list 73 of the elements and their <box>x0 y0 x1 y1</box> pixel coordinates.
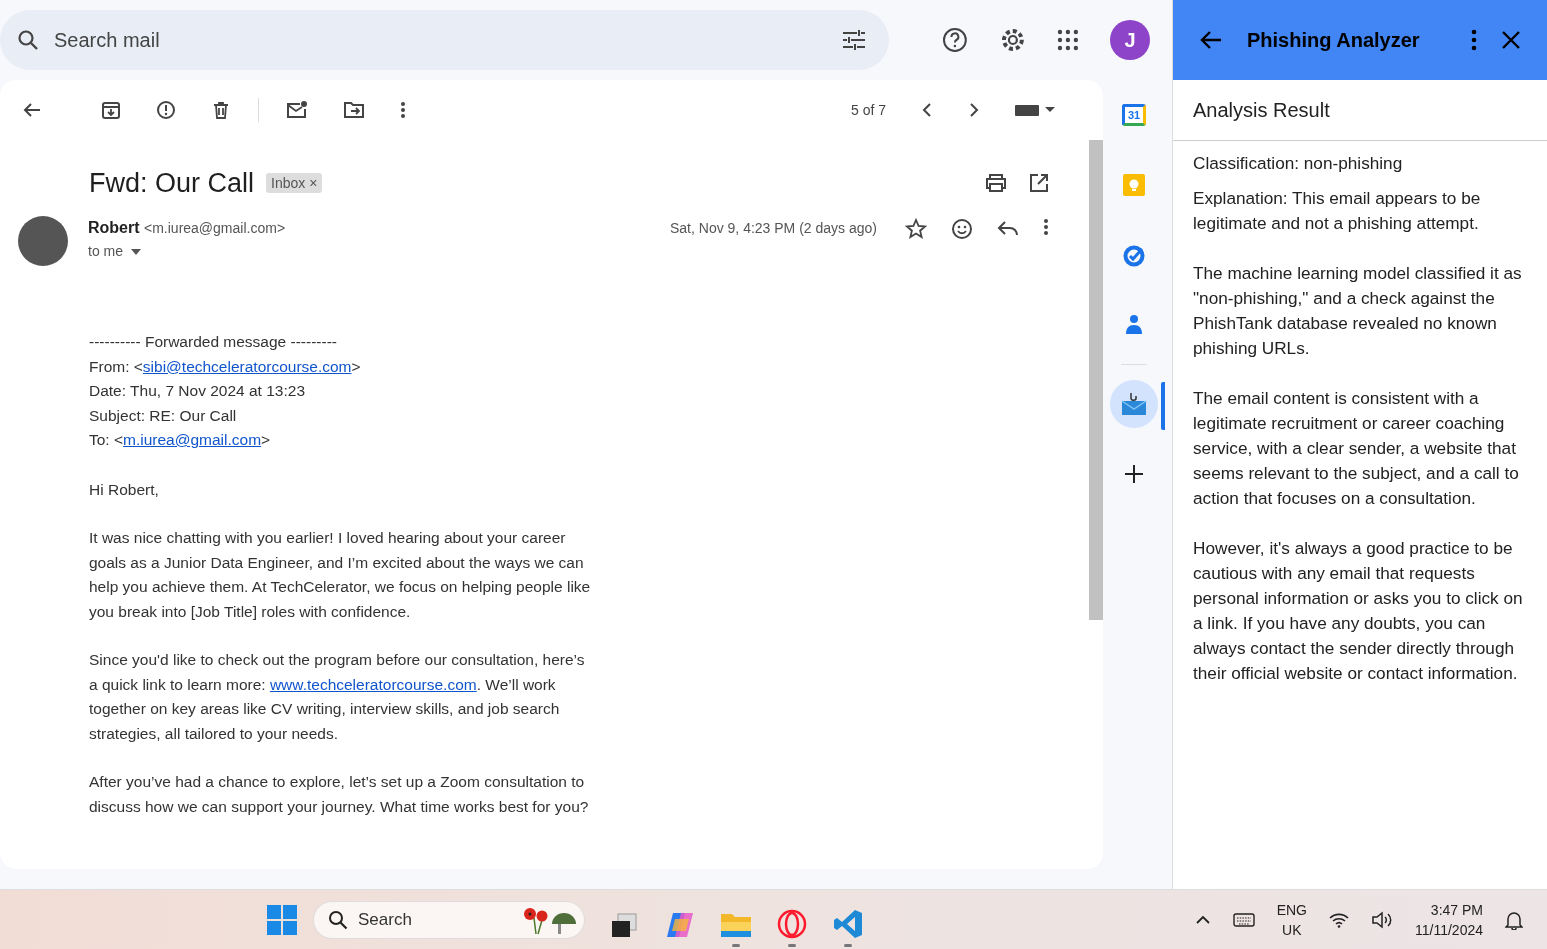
email-link[interactable]: sibi@techceleratorcourse.com <box>142 357 352 375</box>
sender-name: Robert <box>88 219 140 236</box>
chevron-up-icon[interactable] <box>1194 914 1211 925</box>
search-icon <box>328 909 348 930</box>
keyboard-dropdown-icon[interactable] <box>1015 102 1057 118</box>
plus-icon <box>1124 464 1144 484</box>
email-paragraph: It was nice chatting with you earlier! I loved hearing about your career goals as a Junior Data Engineer, and I’m excited about the ways we can help you achieve them. At TechCelerator, we focus on helping people like you break into [Job Title] roles with confidence. <box>89 528 592 622</box>
email-link[interactable]: m.iurea@gmail.com <box>123 431 262 448</box>
mail-addon-button[interactable] <box>1110 380 1158 428</box>
website-link[interactable]: www.techceleratorcourse.com <box>269 675 477 693</box>
star-icon[interactable] <box>905 218 927 240</box>
section-heading: Analysis Result <box>1193 98 1330 122</box>
clock[interactable]: 3:47 PM 11/11/2024 <box>1415 899 1483 940</box>
apps-grid-icon[interactable] <box>1056 28 1081 52</box>
forward-header-line: Subject: RE: Our Call <box>89 405 238 426</box>
language-indicator[interactable]: ENG UK <box>1276 899 1307 940</box>
calendar-app-button[interactable]: 31 <box>1110 91 1158 139</box>
windows-start-icon[interactable] <box>267 904 297 935</box>
emoji-icon[interactable] <box>951 218 973 240</box>
help-icon[interactable] <box>940 26 969 54</box>
email-paragraph: After you’ve had a chance to explore, let’s set up a Zoom consultation to discuss how we can support your journey. What time works best for you? <box>89 772 590 817</box>
archive-icon[interactable] <box>101 100 121 120</box>
keyboard-icon[interactable] <box>1232 911 1255 928</box>
print-icon[interactable] <box>985 173 1007 193</box>
caret-icon[interactable] <box>131 249 141 255</box>
search-icon <box>16 28 40 52</box>
close-icon[interactable] <box>1501 30 1521 50</box>
previous-chevron-icon[interactable] <box>921 102 933 118</box>
email-paragraph: Since you'd like to check out the program before our consultation, here’s a quick link to learn more: www.techceleratorcourse.com. We’ll work together on key areas like CV writing, interview skills, and job search strategies, all tailored to your needs. <box>89 650 586 744</box>
forward-header-line: Date: Thu, 7 Nov 2024 at 13:23 <box>89 381 306 401</box>
email-date: Sat, Nov 9, 4:23 PM (2 days ago) <box>670 219 877 236</box>
taskbar-search-field[interactable]: Search <box>313 900 585 939</box>
email-paragraph: Hi Robert, <box>89 479 160 500</box>
check-circle-icon <box>1122 243 1146 267</box>
scrollbar-thumb[interactable] <box>1089 140 1103 620</box>
more-vertical-icon[interactable] <box>1471 29 1477 51</box>
pager-count: 5 of 7 <box>850 102 886 118</box>
analysis-paragraph: Explanation: This email appears to be legitimate and not a phishing attempt. <box>1193 187 1482 235</box>
sender-email: <m.iurea@gmail.com> <box>144 220 286 236</box>
reply-arrow-icon[interactable] <box>997 218 1019 238</box>
analysis-paragraph: However, it's always a good practice to be cautious with any email that requests personal information or asks you to click on a link. If you have any doubts, you can always contact the sender directly through their official website or contact information. <box>1193 537 1524 685</box>
analysis-paragraph: The machine learning model classified it as "non-phishing," and a check against the PhishTank database revealed no known phishing URLs. <box>1193 262 1523 360</box>
notification-bell-icon[interactable] <box>1505 909 1523 930</box>
filter-sliders-icon[interactable] <box>840 28 867 52</box>
analysis-paragraph: Classification: non-phishing <box>1193 152 1404 175</box>
forward-header-line: To: <m.iurea@gmail.com> <box>89 430 272 450</box>
person-icon <box>1124 314 1144 336</box>
remove-label-button[interactable]: × <box>309 175 318 191</box>
more-vertical-icon[interactable] <box>400 101 406 119</box>
mail-hook-icon <box>1121 391 1147 417</box>
analysis-paragraph: The email content is consistent with a legitimate recruitment or career coaching service, with a clear sender, a website that seems relevant to the subject, and a call to action that focuses on a consultation. <box>1193 387 1520 510</box>
email-subject: Fwd: Our Call <box>89 167 255 199</box>
search-input[interactable]: Search <box>356 908 512 931</box>
delete-icon[interactable] <box>211 100 231 120</box>
recipient-text: to me <box>88 243 123 259</box>
search-field[interactable]: Search mail <box>52 27 829 53</box>
back-arrow-icon[interactable] <box>1199 29 1223 51</box>
next-chevron-icon[interactable] <box>968 102 980 118</box>
wifi-icon[interactable] <box>1329 911 1349 928</box>
search-bar[interactable]: Search mail <box>0 10 889 70</box>
report-spam-icon[interactable] <box>156 100 176 120</box>
forward-header-line: From: <sibi@techceleratorcourse.com> <box>89 356 362 377</box>
mark-unread-icon[interactable] <box>286 100 308 120</box>
sender-avatar <box>18 216 68 266</box>
panel-title: Phishing Analyzer <box>1247 28 1421 52</box>
lightbulb-note-icon <box>1122 173 1146 197</box>
open-new-window-icon[interactable] <box>1029 173 1049 193</box>
account-avatar[interactable]: J <box>1110 20 1150 60</box>
inbox-label-chip: Inbox × <box>266 173 323 193</box>
move-to-folder-icon[interactable] <box>343 100 365 120</box>
more-vertical-icon[interactable] <box>1043 218 1049 236</box>
volume-icon[interactable] <box>1371 910 1393 929</box>
forward-header-line: ---------- Forwarded message --------- <box>89 332 338 352</box>
